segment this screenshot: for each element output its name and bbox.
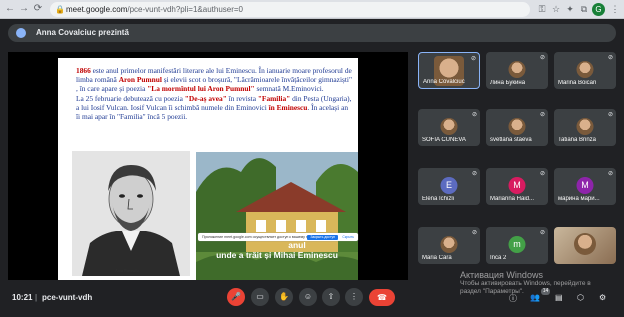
- participant-avatar: [576, 61, 594, 78]
- back-icon[interactable]: ←: [4, 3, 16, 15]
- house-caption: anul unde a trăit și Mihai Eminescu: [196, 240, 358, 260]
- muted-mic-icon: ⊘: [471, 112, 477, 118]
- muted-mic-icon: ⊘: [607, 112, 613, 118]
- lock-icon: 🔒: [55, 5, 65, 14]
- muted-mic-icon: ⊘: [539, 112, 545, 118]
- participant-name: марина мари...: [558, 196, 600, 202]
- participant-avatar: [508, 118, 526, 135]
- participant-tile[interactable]: ⊘ svetlana staeva: [486, 109, 548, 146]
- forward-icon[interactable]: →: [18, 3, 30, 15]
- slide-text: 1866 este anul primelor manifestări lite…: [76, 66, 352, 121]
- meeting-time: 10:21: [12, 293, 33, 302]
- house-caption-line2: unde a trăit și Mihai Eminescu: [216, 250, 338, 260]
- participant-name: Marianna Haid...: [490, 196, 535, 202]
- key-icon[interactable]: ⚿: [536, 3, 548, 15]
- hide-notice-button[interactable]: Скрыть: [342, 235, 354, 240]
- presenting-text: Anna Covalciuc prezintă: [36, 28, 129, 37]
- participant-tile[interactable]: ⊘ Tatiana Brinza: [554, 109, 616, 146]
- slide-debut-poem: "De-aș avea": [184, 93, 227, 103]
- participant-name: Tatiana Brinza: [558, 137, 597, 143]
- participant-avatar: [508, 61, 526, 78]
- participant-name: SOFIA CUNEVA: [422, 137, 466, 143]
- participant-tile[interactable]: M ⊘ Marianna Haid...: [486, 168, 548, 205]
- mic-off-icon[interactable]: 🎤: [227, 288, 245, 306]
- slide-eminescu: în Eminescu: [268, 102, 308, 112]
- participant-avatar: [576, 118, 594, 135]
- menu-icon[interactable]: ⋮: [609, 3, 621, 15]
- participant-tile[interactable]: ⊘ Лина Букина: [486, 52, 548, 89]
- extension-icon[interactable]: ✦: [564, 3, 576, 15]
- more-options-icon[interactable]: ⋮: [345, 288, 363, 306]
- participant-tile[interactable]: ⊘ Maria Cara: [418, 227, 480, 264]
- watermark-title: Активация Windows: [460, 270, 543, 280]
- participant-tile[interactable]: E ⊘ Elena Ichizli: [418, 168, 480, 205]
- participant-avatar: m: [508, 236, 526, 253]
- participant-avatar: [440, 236, 458, 253]
- muted-mic-icon: ⊘: [471, 230, 477, 236]
- mouse-cursor-icon: ↖: [340, 84, 347, 93]
- screen-share-notice: Приложение meet.google.com осуществляет …: [198, 233, 358, 241]
- muted-mic-icon: ⊘: [470, 56, 476, 62]
- presentation-slide: 1866 este anul primelor manifestări lite…: [58, 58, 358, 280]
- slide-p2b: în revista: [226, 93, 258, 103]
- participant-tile[interactable]: ⊘ Anna Covalciuc: [418, 52, 480, 89]
- house-illustration: [196, 152, 358, 280]
- windows-activation-watermark: Активация Windows Чтобы активировать Win…: [460, 270, 610, 296]
- muted-mic-icon: ⊘: [607, 55, 613, 61]
- profile-avatar[interactable]: G: [592, 3, 605, 16]
- slide-p2a: La 25 februarie debutează cu poezia: [76, 93, 185, 103]
- portrait-illustration: [72, 151, 190, 276]
- participant-name: svetlana staeva: [490, 137, 532, 143]
- muted-mic-icon: ⊘: [607, 171, 613, 177]
- participant-name: Încă 2: [490, 255, 507, 261]
- participant-name: Лина Букина: [490, 80, 526, 86]
- address-bar[interactable]: 🔒 meet.google.com/pce-vunt-vdh?pli=1&aut…: [50, 2, 530, 17]
- url-host: meet.google.com: [66, 5, 128, 14]
- participant-avatar: [440, 118, 458, 135]
- reload-icon[interactable]: ⟳: [32, 3, 44, 15]
- participant-avatar: M: [576, 177, 594, 194]
- meeting-code: pce-vunt-vdh: [42, 293, 93, 302]
- screen-share-text: Приложение meet.google.com осуществляет …: [202, 235, 318, 239]
- participant-avatar: E: [440, 177, 458, 194]
- participant-name: Maria Cara: [422, 255, 452, 261]
- house-caption-line1: anul: [288, 240, 306, 250]
- raise-hand-icon[interactable]: ✋: [275, 288, 293, 306]
- slide-year: 1866: [76, 66, 91, 75]
- slide-poem-title: "La mormîntul lui Aron Pumnul": [147, 84, 255, 94]
- eminescu-house-photo: anul unde a trăit și Mihai Eminescu: [196, 152, 358, 280]
- puzzle-icon[interactable]: ⧉: [578, 3, 590, 15]
- slide-magazine: "Familia": [257, 93, 291, 103]
- emoji-icon[interactable]: ☺: [299, 288, 317, 306]
- self-view-tile[interactable]: [554, 227, 616, 264]
- leave-call-button[interactable]: ☎: [369, 289, 395, 306]
- url-path: /pce-vunt-vdh?pli=1&authuser=0: [127, 5, 244, 14]
- star-icon[interactable]: ☆: [550, 3, 562, 15]
- participant-name: Elena Ichizli: [422, 196, 455, 202]
- camera-icon[interactable]: ▭: [251, 288, 269, 306]
- stop-sharing-button[interactable]: Закрыть доступ: [307, 234, 338, 240]
- participant-avatar: M: [508, 177, 526, 194]
- slide-aron-pumnul: Aron Pumnul: [118, 75, 162, 85]
- participant-tile[interactable]: ⊘ SOFIA CUNEVA: [418, 109, 480, 146]
- self-view-photo: [574, 233, 596, 255]
- participant-name: Anna Covalciuc: [423, 79, 465, 85]
- muted-mic-icon: ⊘: [539, 55, 545, 61]
- participant-name: Marina Boican: [558, 80, 597, 86]
- present-screen-icon[interactable]: ⇧: [322, 288, 340, 306]
- presenter-avatar: [16, 28, 26, 38]
- muted-mic-icon: ⊘: [539, 171, 545, 177]
- participant-tile[interactable]: M ⊘ марина мари...: [554, 168, 616, 205]
- portrait-caption: Aron Pumnulu.: [115, 268, 140, 273]
- participant-tile[interactable]: ⊘ Marina Boican: [554, 52, 616, 89]
- participant-tile[interactable]: m ⊘ Încă 2: [486, 227, 548, 264]
- presenting-banner: Anna Covalciuc prezintă: [8, 24, 616, 42]
- time-separator: |: [35, 293, 38, 302]
- muted-mic-icon: ⊘: [539, 230, 545, 236]
- muted-mic-icon: ⊘: [471, 171, 477, 177]
- browser-toolbar: ← → ⟳ 🔒 meet.google.com/pce-vunt-vdh?pli…: [0, 0, 624, 19]
- slide-p1c: semnată M.Eminovici.: [254, 84, 324, 94]
- aron-pumnul-portrait: Aron Pumnulu.: [72, 151, 190, 276]
- watermark-subtitle: Чтобы активировать Windows, перейдите в …: [460, 280, 591, 295]
